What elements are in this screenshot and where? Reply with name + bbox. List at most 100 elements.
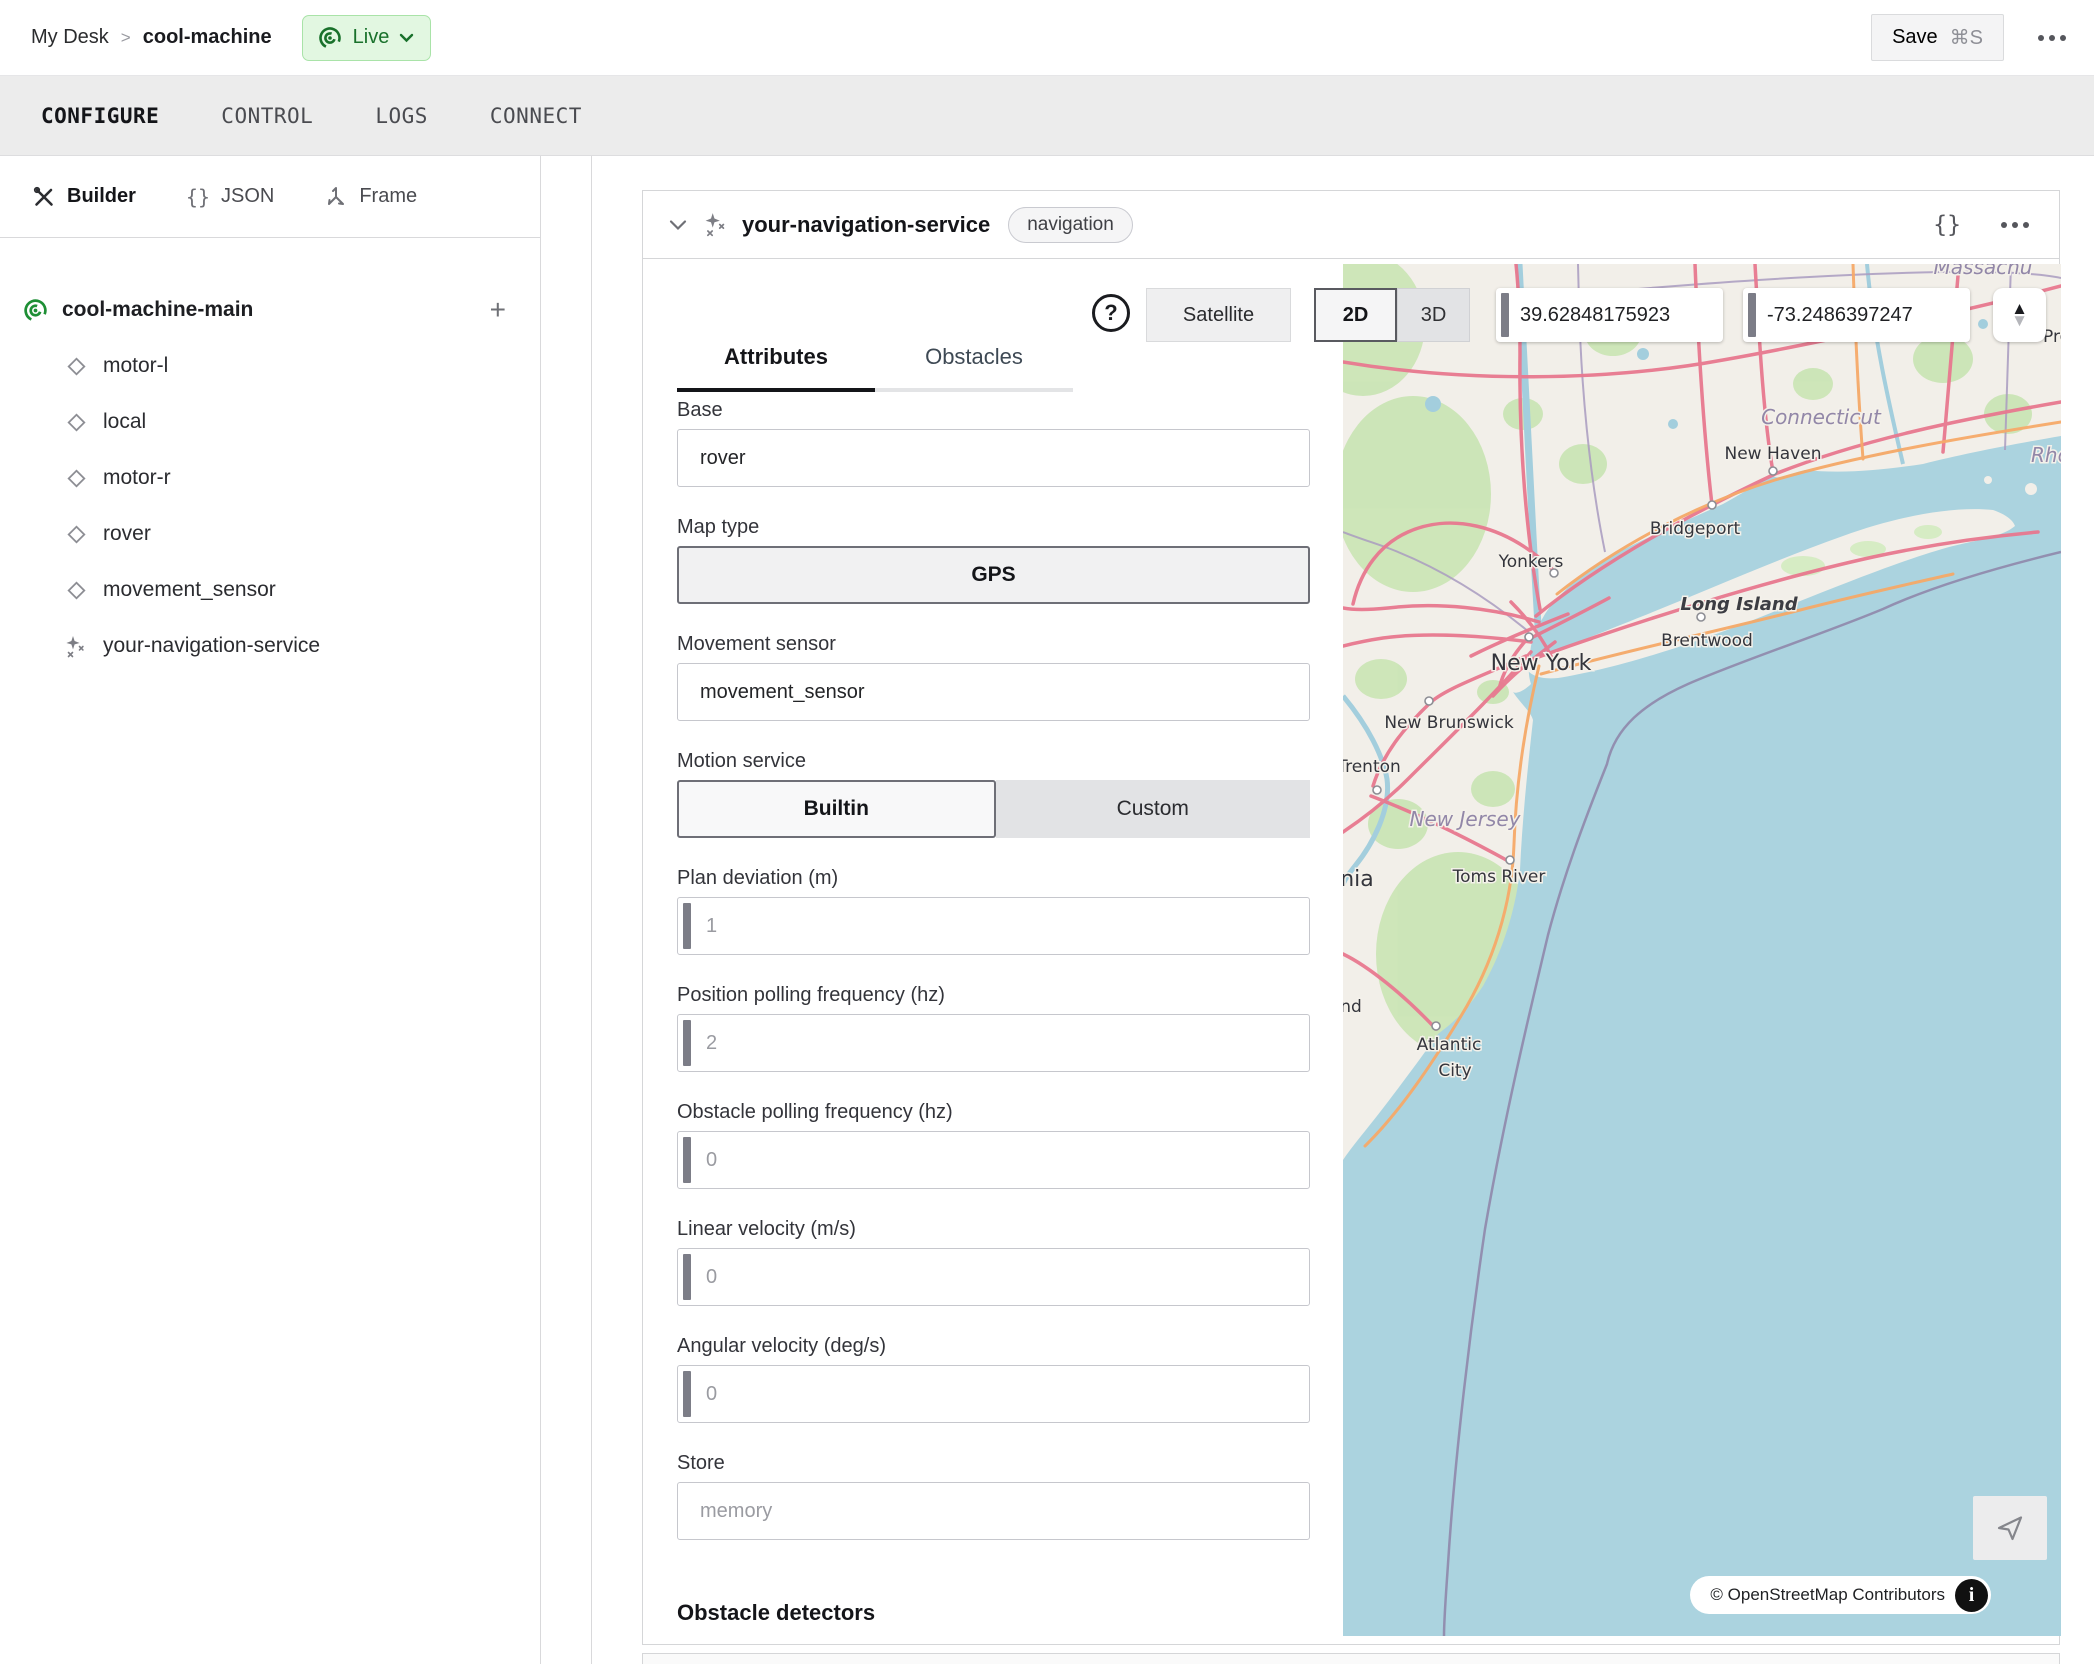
service-title: your-navigation-service: [742, 212, 990, 238]
more-menu-icon[interactable]: [2038, 35, 2066, 41]
number-drag-handle[interactable]: [683, 1254, 691, 1300]
movement-sensor-label: Movement sensor: [677, 633, 1310, 656]
number-drag-handle[interactable]: [683, 903, 691, 949]
attributes-form: Base Map type GPS Movement sensor Motion…: [677, 399, 1310, 1626]
tree-root-cool-machine-main[interactable]: cool-machine-main +: [0, 282, 540, 338]
component-diamond-icon: [64, 578, 89, 603]
machine-part-icon: [22, 297, 49, 324]
map-type-gps-button[interactable]: GPS: [677, 546, 1310, 604]
obstacle-polling-input[interactable]: [678, 1132, 1309, 1188]
view-tab-frame[interactable]: Frame: [324, 185, 417, 209]
map-attribution: © OpenStreetMap Contributors i: [1690, 1576, 1991, 1614]
tree-item-label: local: [103, 410, 146, 434]
frame-axes-icon: [324, 185, 348, 209]
plan-deviation-label: Plan deviation (m): [677, 867, 1310, 890]
tree-item-label: rover: [103, 522, 151, 546]
service-type-badge: navigation: [1008, 207, 1133, 243]
base-input[interactable]: [678, 430, 1309, 486]
tree-item-rover[interactable]: rover: [0, 506, 540, 562]
save-button[interactable]: Save ⌘S: [1871, 14, 2004, 61]
longitude-drag-handle[interactable]: [1748, 293, 1756, 337]
store-input[interactable]: [678, 1483, 1309, 1539]
svg-text:New Brunswick: New Brunswick: [1384, 713, 1514, 733]
component-diamond-icon: [64, 410, 89, 435]
angular-velocity-label: Angular velocity (deg/s): [677, 1335, 1310, 1358]
motion-service-label: Motion service: [677, 750, 1310, 773]
plan-deviation-input[interactable]: [678, 898, 1309, 954]
svg-text:Long Island: Long Island: [1680, 594, 1798, 615]
longitude-input[interactable]: [1767, 288, 1963, 342]
view-tab-builder[interactable]: Builder: [32, 185, 136, 209]
card-header: your-navigation-service navigation {}: [643, 191, 2059, 259]
breadcrumb-root[interactable]: My Desk: [31, 26, 109, 49]
number-drag-handle[interactable]: [683, 1020, 691, 1066]
chevron-down-icon: [399, 33, 414, 43]
svg-text:Massachu: Massachu: [1934, 264, 2033, 279]
tab-logs[interactable]: LOGS: [375, 104, 428, 128]
tab-obstacles[interactable]: Obstacles: [875, 307, 1073, 392]
svg-text:Rhod: Rhod: [2031, 443, 2061, 467]
sidebar-rail: [541, 156, 592, 1664]
live-status-dropdown[interactable]: Live: [302, 15, 432, 61]
linear-velocity-label: Linear velocity (m/s): [677, 1218, 1310, 1241]
machine-tab-bar: CONFIGURE CONTROL LOGS CONNECT: [0, 76, 2094, 156]
svg-text:New Haven: New Haven: [1725, 444, 1822, 464]
latitude-input[interactable]: [1520, 288, 1716, 342]
svg-text:Brentwood: Brentwood: [1661, 631, 1753, 651]
view-tab-json[interactable]: {} JSON: [186, 185, 274, 209]
map-small-island: [1984, 476, 1992, 484]
angular-velocity-input[interactable]: [678, 1366, 1309, 1422]
add-component-button[interactable]: +: [490, 294, 506, 326]
tree-item-movement-sensor[interactable]: movement_sensor: [0, 562, 540, 618]
tree-item-label: motor-l: [103, 354, 168, 378]
svg-text:Bridgeport: Bridgeport: [1650, 519, 1741, 539]
tree-item-your-navigation-service[interactable]: your-navigation-service: [0, 618, 540, 674]
breadcrumb-current: cool-machine: [143, 26, 272, 49]
motion-custom-option[interactable]: Custom: [996, 780, 1311, 838]
tree-root-label: cool-machine-main: [62, 298, 253, 322]
view-2d-button[interactable]: 2D: [1314, 288, 1397, 342]
zoom-stepper[interactable]: ▲ ▼: [1993, 288, 2046, 342]
tab-control[interactable]: CONTROL: [221, 104, 313, 128]
svg-text:Connecticut: Connecticut: [1761, 405, 1882, 429]
position-polling-input[interactable]: [678, 1015, 1309, 1071]
tree-item-motor-l[interactable]: motor-l: [0, 338, 540, 394]
card-json-icon[interactable]: {}: [1933, 212, 1961, 238]
svg-text:Yonkers: Yonkers: [1498, 552, 1564, 572]
tree-item-local[interactable]: local: [0, 394, 540, 450]
view-3d-button[interactable]: 3D: [1397, 288, 1470, 342]
navigation-map[interactable]: MassachuProRhodConnecticutNew HavenBridg…: [1343, 264, 2061, 1636]
tree-item-label: movement_sensor: [103, 578, 276, 602]
recenter-button[interactable]: [1973, 1496, 2047, 1560]
card-more-menu-icon[interactable]: [2001, 222, 2029, 228]
motion-builtin-option[interactable]: Builtin: [677, 780, 996, 838]
navigation-arrow-icon: [1995, 1513, 2025, 1543]
latitude-input-wrap: [1496, 288, 1723, 342]
collapse-chevron-icon[interactable]: [669, 219, 687, 231]
map-block-island: [2025, 483, 2037, 495]
tree-item-label: your-navigation-service: [103, 634, 320, 658]
svg-text:New Jersey: New Jersey: [1410, 807, 1522, 831]
svg-text:Trenton: Trenton: [1343, 757, 1401, 777]
movement-sensor-input[interactable]: [678, 664, 1309, 720]
linear-velocity-input[interactable]: [678, 1249, 1309, 1305]
next-card-edge: [642, 1653, 2060, 1664]
obstacle-detectors-heading: Obstacle detectors: [677, 1600, 1310, 1626]
tab-configure[interactable]: CONFIGURE: [41, 104, 159, 128]
satellite-toggle-button[interactable]: Satellite: [1146, 288, 1291, 342]
step-down-icon[interactable]: ▼: [2011, 315, 2028, 327]
view-mode-tabs: Builder {} JSON Frame: [0, 156, 540, 238]
number-drag-handle[interactable]: [683, 1371, 691, 1417]
number-drag-handle[interactable]: [683, 1137, 691, 1183]
tab-connect[interactable]: CONNECT: [490, 104, 582, 128]
map-type-label: Map type: [677, 516, 1310, 539]
tree-item-motor-r[interactable]: motor-r: [0, 450, 540, 506]
tab-attributes[interactable]: Attributes: [677, 307, 875, 392]
machine-part-tree: cool-machine-main + motor-l local motor-…: [0, 238, 540, 674]
config-sidebar: Builder {} JSON Frame cool-machine-main …: [0, 156, 541, 1664]
help-icon[interactable]: ?: [1092, 294, 1130, 332]
svg-text:nia: nia: [1343, 867, 1374, 892]
latitude-drag-handle[interactable]: [1501, 293, 1509, 337]
info-icon[interactable]: i: [1955, 1579, 1988, 1612]
view-tab-json-label: JSON: [221, 185, 274, 208]
